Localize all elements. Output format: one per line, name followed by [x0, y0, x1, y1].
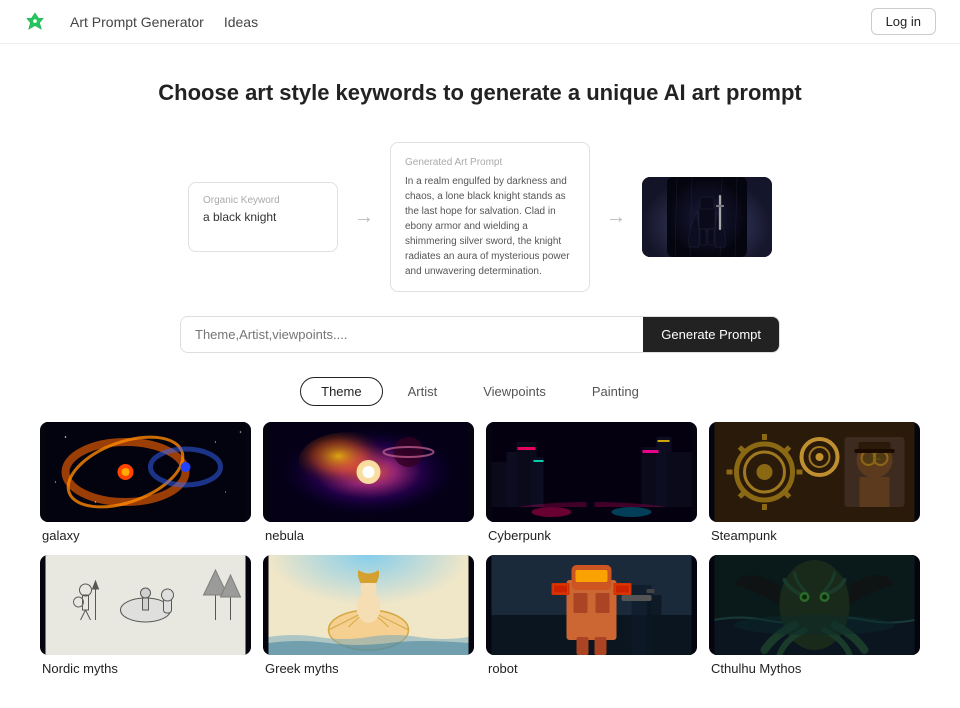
- grid-label-nordic-myths: Nordic myths: [40, 661, 251, 676]
- grid-thumb-greek-myths: [263, 555, 474, 655]
- grid-item-nordic-myths[interactable]: Nordic myths: [40, 555, 251, 676]
- tab-viewpoints[interactable]: Viewpoints: [462, 377, 567, 406]
- grid-thumb-steampunk: [709, 422, 920, 522]
- prompt-input-wrap: Generate Prompt: [180, 316, 780, 353]
- tabs-row: Theme Artist Viewpoints Painting: [0, 377, 960, 422]
- demo-generated-text: In a realm engulfed by darkness and chao…: [405, 174, 575, 279]
- demo-organic-label: Organic Keyword: [203, 195, 323, 206]
- knight-svg: [667, 177, 747, 257]
- grid-item-nebula[interactable]: nebula: [263, 422, 474, 543]
- hero-title: Choose art style keywords to generate a …: [24, 80, 936, 106]
- grid-thumb-cthulhu-mythos: [709, 555, 920, 655]
- grid-label-greek-myths: Greek myths: [263, 661, 474, 676]
- grid-item-greek-myths[interactable]: Greek myths: [263, 555, 474, 676]
- grid-label-steampunk: Steampunk: [709, 528, 920, 543]
- arrow-icon-1: →: [354, 206, 374, 229]
- art-grid: galaxy nebula: [0, 422, 960, 708]
- nav-logo: [24, 11, 46, 33]
- prompt-demo: Organic Keyword a black knight → Generat…: [0, 126, 960, 316]
- nav-link-art-prompt[interactable]: Art Prompt Generator: [70, 14, 204, 30]
- grid-label-robot: robot: [486, 661, 697, 676]
- nav-left: Art Prompt Generator Ideas: [24, 11, 258, 33]
- nav-link-ideas[interactable]: Ideas: [224, 14, 258, 30]
- grid-thumb-cyberpunk: [486, 422, 697, 522]
- demo-organic-box: Organic Keyword a black knight: [188, 182, 338, 252]
- grid-thumb-galaxy: [40, 422, 251, 522]
- logo-icon: [24, 11, 46, 33]
- prompt-input[interactable]: [181, 317, 643, 352]
- grid-thumb-robot: [486, 555, 697, 655]
- grid-item-robot[interactable]: robot: [486, 555, 697, 676]
- grid-thumb-nebula: [263, 422, 474, 522]
- grid-label-nebula: nebula: [263, 528, 474, 543]
- tab-theme[interactable]: Theme: [300, 377, 382, 406]
- nav-links: Art Prompt Generator Ideas: [70, 14, 258, 30]
- grid-item-steampunk[interactable]: Steampunk: [709, 422, 920, 543]
- demo-image-inner: [642, 177, 772, 257]
- demo-generated-label: Generated Art Prompt: [405, 155, 575, 170]
- grid-item-galaxy[interactable]: galaxy: [40, 422, 251, 543]
- grid-thumb-nordic-myths: [40, 555, 251, 655]
- grid-label-cthulhu-mythos: Cthulhu Mythos: [709, 661, 920, 676]
- input-row: Generate Prompt: [0, 316, 960, 377]
- grid-item-cyberpunk[interactable]: Cyberpunk: [486, 422, 697, 543]
- login-button[interactable]: Log in: [871, 8, 936, 35]
- generate-button[interactable]: Generate Prompt: [643, 317, 779, 352]
- grid-label-cyberpunk: Cyberpunk: [486, 528, 697, 543]
- navbar: Art Prompt Generator Ideas Log in: [0, 0, 960, 44]
- hero-section: Choose art style keywords to generate a …: [0, 44, 960, 126]
- grid-label-galaxy: galaxy: [40, 528, 251, 543]
- demo-generated-box: Generated Art Prompt In a realm engulfed…: [390, 142, 590, 292]
- tab-artist[interactable]: Artist: [387, 377, 459, 406]
- grid-item-cthulhu-mythos[interactable]: Cthulhu Mythos: [709, 555, 920, 676]
- demo-image: [642, 177, 772, 257]
- arrow-icon-2: →: [606, 206, 626, 229]
- demo-organic-value: a black knight: [203, 210, 323, 224]
- tab-painting[interactable]: Painting: [571, 377, 660, 406]
